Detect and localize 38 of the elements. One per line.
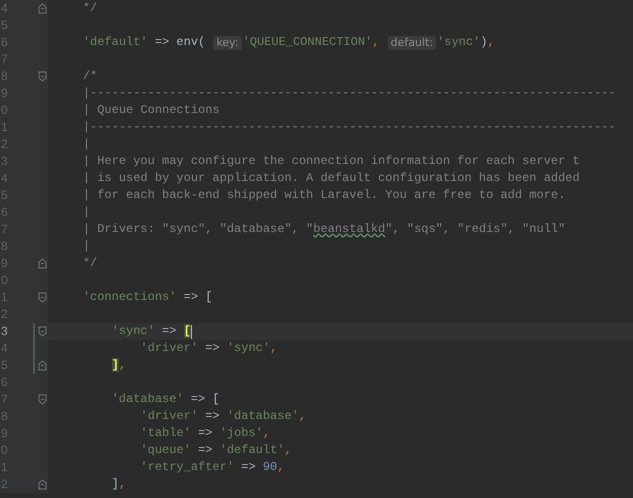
code-line: |------------------------------------------------------------------------- (82, 85, 616, 102)
code-line: | for each back-end shipped with Laravel. You are free to add more. (82, 187, 566, 204)
fold-marker-icon[interactable] (38, 394, 47, 405)
code-line: | (82, 238, 90, 255)
fold-marker-icon[interactable] (38, 258, 47, 269)
code-line: | Here you may configure the connection information for each server t (82, 153, 580, 170)
parameter-hint: default: (388, 36, 436, 50)
code-line: 'driver' => 'sync', (139, 340, 278, 357)
parameter-hint: key: (213, 36, 242, 50)
code-line: 'database' => [ (110, 391, 220, 408)
fold-marker-icon[interactable] (38, 3, 47, 14)
fold-marker-icon[interactable] (38, 326, 47, 337)
code-line: 'queue' => 'default', (139, 442, 292, 459)
code-line: | is used by your application. A default configuration has been added (82, 170, 580, 187)
code-text: 'QUEUE_CONNECTION', (242, 34, 380, 51)
code-line: | Queue Connections (82, 102, 220, 119)
code-line: */ (82, 255, 98, 272)
line-number: 3 (1, 323, 8, 340)
fold-marker-icon[interactable] (38, 360, 47, 371)
code-line: | Drivers: "sync", "database", "beanstalkd", "sqs", "redis", "null" (82, 221, 566, 238)
code-line: | (82, 136, 90, 153)
fold-marker-icon[interactable] (38, 292, 47, 303)
code-line: 'retry_after' => 90, (139, 459, 284, 476)
code-text: 'sync'), (437, 34, 495, 51)
code-line: ], (110, 476, 126, 493)
code-line: 'driver' => 'database', (139, 408, 306, 425)
code-line: 'sync' => [ (110, 323, 191, 340)
fold-marker-icon[interactable] (38, 479, 47, 490)
fold-marker-icon[interactable] (38, 71, 47, 82)
code-line: |------------------------------------------------------------------------- (82, 119, 616, 136)
code-line: ], (110, 357, 126, 374)
code-line: 'table' => 'jobs', (139, 425, 270, 442)
code-line: */ (82, 0, 98, 17)
code-line: /* (82, 68, 98, 85)
code-line: | (82, 204, 90, 221)
code-text: 'default' => env( (82, 34, 206, 51)
code-line: 'connections' => [ (82, 289, 212, 306)
text-cursor (190, 324, 192, 338)
